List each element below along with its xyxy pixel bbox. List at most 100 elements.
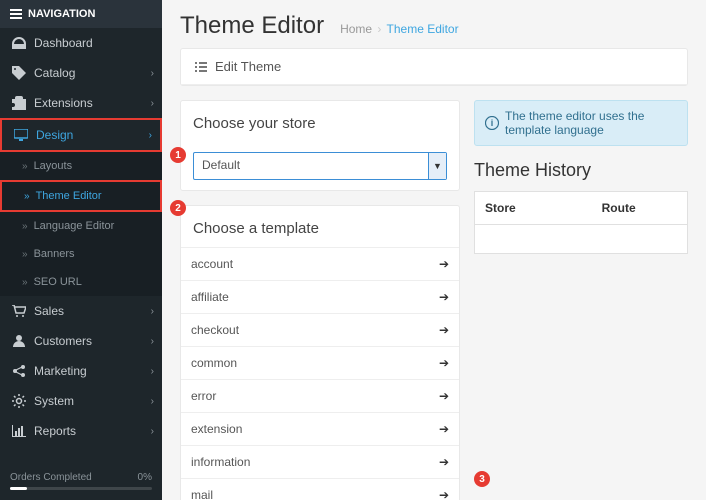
tmpl-label: extension xyxy=(191,422,242,436)
dashboard-icon xyxy=(10,37,28,49)
nav-design[interactable]: Design › xyxy=(0,118,162,152)
sub-label: Banners xyxy=(34,248,75,260)
right-column: i The theme editor uses the template lan… xyxy=(474,100,688,500)
puzzle-icon xyxy=(10,96,28,110)
chevron-right-icon: › xyxy=(151,366,154,377)
share-icon xyxy=(10,365,28,377)
arrow-right-icon: ➔ xyxy=(439,290,449,304)
bullet-icon: » xyxy=(24,191,30,202)
store-select[interactable]: Default ▼ xyxy=(193,152,447,180)
tmpl-label: error xyxy=(191,389,216,403)
template-panel-title: Choose a template xyxy=(181,206,459,247)
nav-label: Marketing xyxy=(34,364,87,378)
chevron-right-icon: › xyxy=(151,68,154,79)
arrow-right-icon: ➔ xyxy=(439,389,449,403)
store-panel-title: Choose your store xyxy=(181,101,459,142)
chevron-right-icon: › xyxy=(151,426,154,437)
info-alert: i The theme editor uses the template lan… xyxy=(474,100,688,146)
sub-layouts[interactable]: » Layouts xyxy=(0,152,162,180)
template-list: account ➔ affiliate ➔ checkout ➔ common ➔ er… xyxy=(181,247,459,500)
nav-label: System xyxy=(34,394,74,408)
arrow-right-icon: ➔ xyxy=(439,488,449,500)
sub-seo-url[interactable]: » SEO URL xyxy=(0,268,162,296)
info-icon: i xyxy=(485,116,499,130)
nav-design-sub: »Layouts »Theme Editor »Language Editor … xyxy=(0,152,162,296)
nav-extensions[interactable]: Extensions › xyxy=(0,88,162,118)
nav-reports[interactable]: Reports › xyxy=(0,416,162,446)
chevron-right-icon: › xyxy=(151,98,154,109)
nav-header: NAVIGATION xyxy=(0,0,162,28)
arrow-right-icon: ➔ xyxy=(439,356,449,370)
template-item-account[interactable]: account ➔ xyxy=(181,248,459,281)
template-item-checkout[interactable]: checkout ➔ xyxy=(181,314,459,347)
arrow-right-icon: ➔ xyxy=(439,455,449,469)
cart-icon xyxy=(10,305,28,317)
bullet-icon: » xyxy=(22,277,28,288)
arrow-right-icon: ➔ xyxy=(439,422,449,436)
sub-language-editor[interactable]: » Language Editor xyxy=(0,212,162,240)
crumb-home[interactable]: Home xyxy=(340,22,372,36)
template-item-common[interactable]: common ➔ xyxy=(181,347,459,380)
sub-label: Theme Editor xyxy=(36,190,102,202)
tmpl-label: account xyxy=(191,257,233,271)
annotation-marker-1: 1 xyxy=(170,147,186,163)
crumb-current[interactable]: Theme Editor xyxy=(387,22,459,36)
gear-icon xyxy=(10,394,28,408)
sub-label: Layouts xyxy=(34,160,73,172)
template-panel: Choose a template account ➔ affiliate ➔ ch… xyxy=(180,205,460,500)
nav-label: Design xyxy=(36,128,73,142)
chevron-right-icon: › xyxy=(151,336,154,347)
panel-title: Edit Theme xyxy=(215,59,281,74)
nav-dashboard[interactable]: Dashboard xyxy=(0,28,162,58)
annotation-marker-2: 2 xyxy=(170,200,186,216)
page-header: Theme Editor Home › Theme Editor xyxy=(162,0,706,48)
panel-heading: Edit Theme xyxy=(181,49,687,85)
sub-label: SEO URL xyxy=(34,276,82,288)
template-item-affiliate[interactable]: affiliate ➔ xyxy=(181,281,459,314)
nav-label: Dashboard xyxy=(34,36,93,50)
sub-label: Language Editor xyxy=(34,220,115,232)
nav-sales[interactable]: Sales › xyxy=(0,296,162,326)
sub-theme-editor[interactable]: » Theme Editor xyxy=(0,180,162,212)
arrow-right-icon: ➔ xyxy=(439,257,449,271)
nav-label: Catalog xyxy=(34,66,75,80)
template-item-extension[interactable]: extension ➔ xyxy=(181,413,459,446)
store-panel: Choose your store Default ▼ xyxy=(180,100,460,191)
breadcrumb: Home › Theme Editor xyxy=(340,22,459,36)
arrow-right-icon: ➔ xyxy=(439,323,449,337)
nav-marketing[interactable]: Marketing › xyxy=(0,356,162,386)
nav-catalog[interactable]: Catalog › xyxy=(0,58,162,88)
nav-label: Sales xyxy=(34,304,64,318)
orders-progress xyxy=(10,487,152,490)
nav-customers[interactable]: Customers › xyxy=(0,326,162,356)
tmpl-label: information xyxy=(191,455,250,469)
main-content: Theme Editor Home › Theme Editor Edit Th… xyxy=(162,0,706,500)
sub-banners[interactable]: » Banners xyxy=(0,240,162,268)
hamburger-icon xyxy=(10,9,22,19)
col-store: Store xyxy=(475,192,592,225)
caret-down-icon: ▼ xyxy=(428,153,446,179)
tmpl-label: mail xyxy=(191,488,213,500)
template-item-information[interactable]: information ➔ xyxy=(181,446,459,479)
nav-system[interactable]: System › xyxy=(0,386,162,416)
chevron-right-icon: › xyxy=(151,396,154,407)
svg-text:i: i xyxy=(491,118,494,128)
chart-icon xyxy=(10,425,28,437)
bullet-icon: » xyxy=(22,249,28,260)
tag-icon xyxy=(10,66,28,80)
template-item-mail[interactable]: mail ➔ xyxy=(181,479,459,500)
template-item-error[interactable]: error ➔ xyxy=(181,380,459,413)
sidebar: NAVIGATION Dashboard Catalog › Extension… xyxy=(0,0,162,500)
nav-label: Customers xyxy=(34,334,92,348)
tmpl-label: common xyxy=(191,356,237,370)
edit-theme-panel: Edit Theme xyxy=(180,48,688,86)
chevron-right-icon: › xyxy=(151,306,154,317)
history-table: Store Route xyxy=(474,191,688,254)
annotation-marker-3: 3 xyxy=(474,471,490,487)
bullet-icon: » xyxy=(22,221,28,232)
bullet-icon: » xyxy=(22,161,28,172)
tmpl-label: checkout xyxy=(191,323,239,337)
user-icon xyxy=(10,335,28,347)
tmpl-label: affiliate xyxy=(191,290,229,304)
store-select-value: Default xyxy=(194,153,428,179)
